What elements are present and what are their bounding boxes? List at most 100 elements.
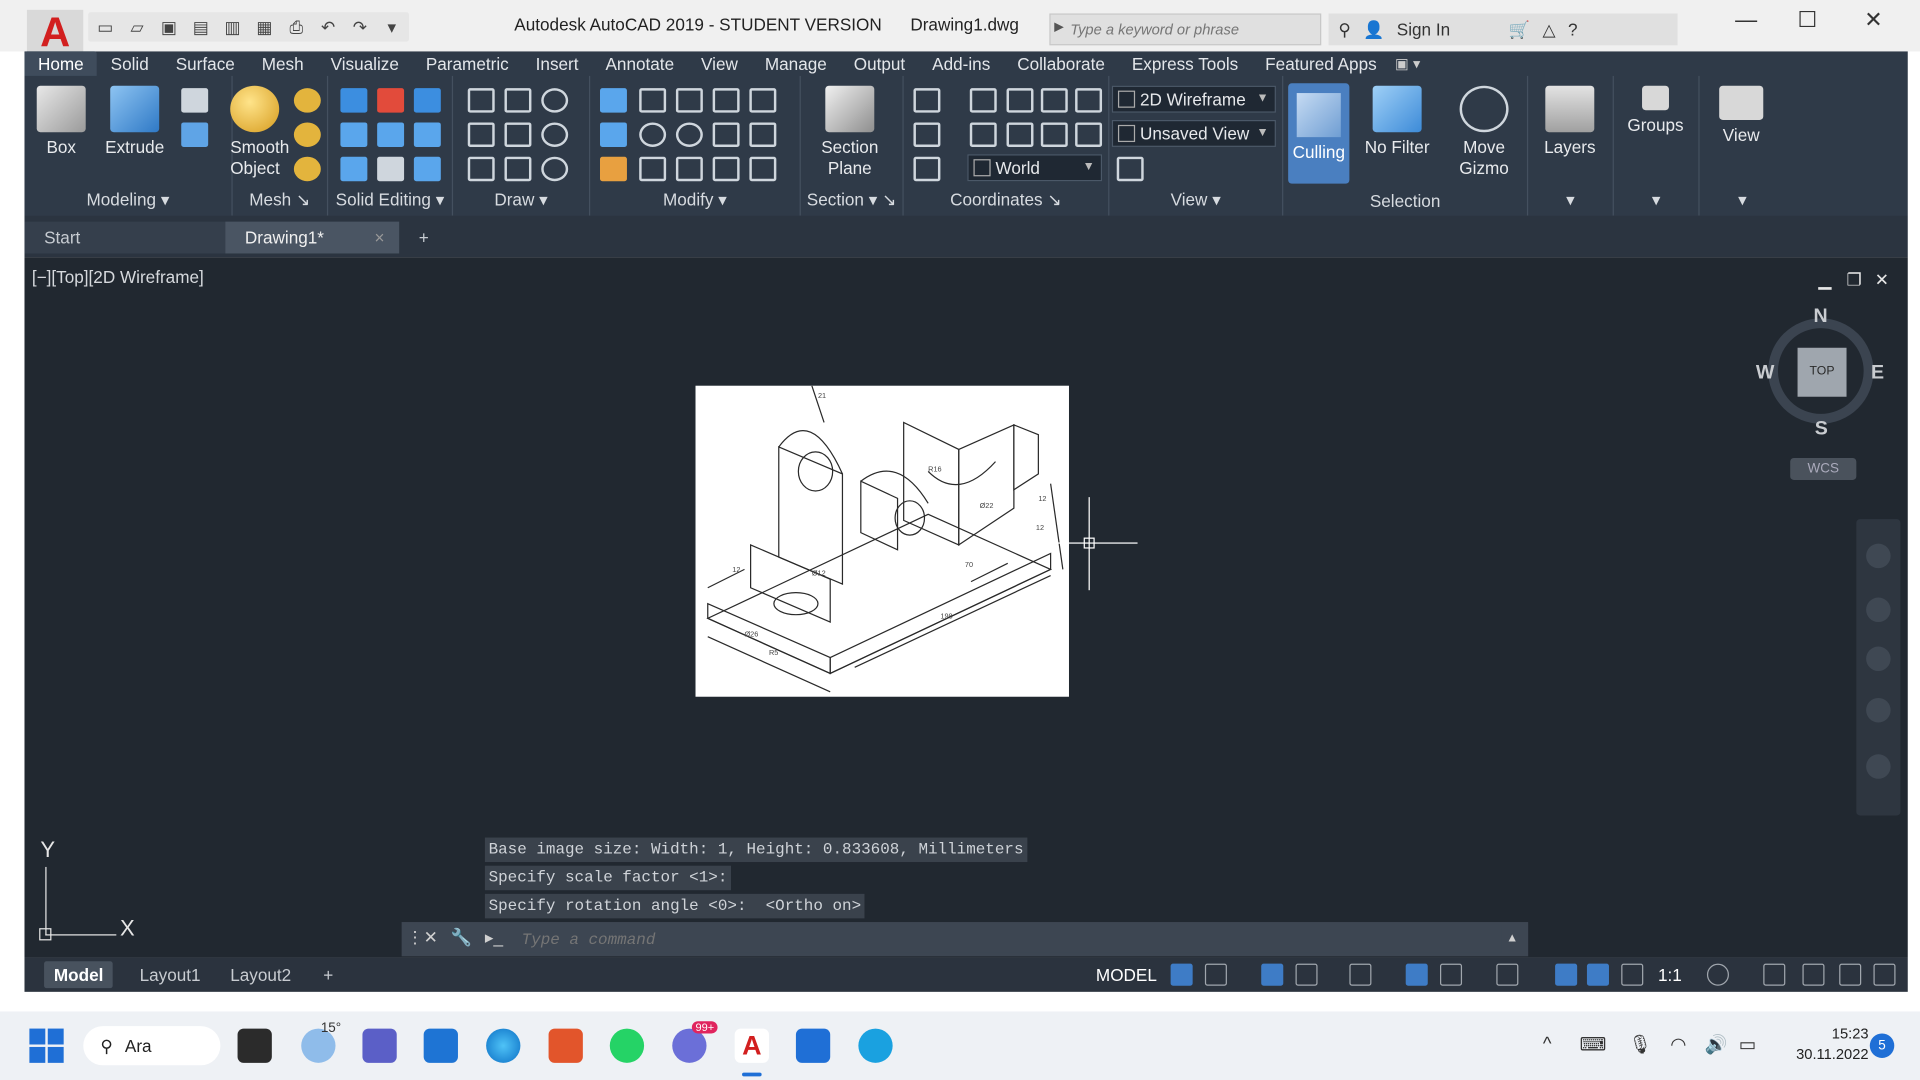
- isolate-objects-icon[interactable]: [1802, 963, 1825, 986]
- close-command-line-icon[interactable]: ✕: [424, 927, 438, 948]
- ribbon-minimize-icon[interactable]: ▣ ▾: [1390, 51, 1420, 75]
- panel-label-coordinates[interactable]: Coordinates ↘: [904, 190, 1108, 211]
- 3d-align-icon[interactable]: [600, 122, 627, 147]
- smooth-object-button[interactable]: Smooth Object: [230, 85, 289, 179]
- customize-wrench-icon[interactable]: 🔧: [451, 927, 472, 948]
- discord-icon[interactable]: [672, 1028, 707, 1063]
- layout-tab-layout2[interactable]: Layout2: [220, 961, 301, 988]
- ucs-3point-icon[interactable]: [969, 122, 997, 147]
- thicken-icon[interactable]: [377, 122, 405, 147]
- help-icon[interactable]: ?: [1568, 20, 1578, 40]
- scale-icon[interactable]: [712, 122, 740, 147]
- spline-icon[interactable]: [467, 122, 495, 147]
- erase-icon[interactable]: [600, 156, 627, 182]
- ucs-icon[interactable]: [913, 88, 941, 113]
- polygon-icon[interactable]: [467, 156, 495, 182]
- battery-icon[interactable]: ▭: [1739, 1033, 1756, 1056]
- system-clock[interactable]: 15:23 30.11.2022: [1778, 1024, 1868, 1066]
- ellipse-icon[interactable]: [541, 156, 569, 182]
- union-icon[interactable]: [340, 88, 368, 113]
- viewport-minimize-icon[interactable]: ▁: [1818, 269, 1831, 290]
- grid-icon[interactable]: [1170, 963, 1193, 986]
- teams-chat-icon[interactable]: [362, 1028, 397, 1063]
- offset-edge-icon[interactable]: [712, 156, 740, 182]
- windows-start-icon[interactable]: [29, 1028, 64, 1063]
- visual-style-dropdown[interactable]: 2D Wireframe ▼: [1111, 85, 1276, 113]
- mesh-refine-icon[interactable]: [293, 156, 321, 182]
- 3d-rotate-icon[interactable]: [639, 88, 667, 113]
- mail-icon[interactable]: [423, 1028, 458, 1063]
- object-snap-tracking-icon[interactable]: [1405, 963, 1428, 986]
- panel-label-modify[interactable]: Modify ▾: [590, 190, 799, 211]
- tab-start[interactable]: Start: [24, 221, 226, 254]
- grip-handle-icon[interactable]: ⋮: [407, 927, 424, 948]
- photos-icon[interactable]: [795, 1028, 831, 1063]
- rectangular-array-icon[interactable]: [749, 156, 777, 182]
- mirror-icon[interactable]: [600, 88, 627, 113]
- imprint-icon[interactable]: [340, 156, 368, 182]
- layers-expand-icon[interactable]: ▾: [1528, 190, 1612, 211]
- microphone-icon[interactable]: 🎙: [1629, 1033, 1652, 1056]
- showmotion-icon[interactable]: [1866, 754, 1891, 779]
- ribbon-tab-insert[interactable]: Insert: [522, 51, 592, 75]
- binoculars-icon[interactable]: ⚲: [1338, 19, 1351, 40]
- undo-icon[interactable]: ↶: [316, 16, 340, 38]
- no-filter-button[interactable]: No Filter: [1359, 85, 1435, 158]
- loft-icon[interactable]: [181, 122, 209, 147]
- polar-tracking-icon[interactable]: [1295, 963, 1318, 986]
- ribbon-tab-add-ins[interactable]: Add-ins: [919, 51, 1004, 75]
- pan-icon[interactable]: [1866, 597, 1891, 623]
- compass-south[interactable]: S: [1815, 419, 1828, 441]
- plus-icon[interactable]: [1763, 963, 1786, 986]
- auto-scale-icon[interactable]: [1586, 963, 1609, 986]
- arc-icon[interactable]: [541, 88, 569, 113]
- hamburger-menu-icon[interactable]: [1873, 963, 1896, 986]
- move-icon[interactable]: [675, 88, 703, 113]
- isodraft-icon[interactable]: [1349, 963, 1372, 986]
- culling-button[interactable]: Culling: [1288, 83, 1350, 184]
- box-button[interactable]: Box: [24, 85, 97, 158]
- mesh-smooth-less-icon[interactable]: [293, 122, 321, 147]
- ucs-world-dropdown[interactable]: World ▼: [967, 154, 1103, 182]
- ucs-view-icon[interactable]: [1040, 88, 1068, 113]
- taskbar-search[interactable]: ⚲ Ara: [83, 1026, 221, 1066]
- copy-icon[interactable]: [712, 88, 740, 113]
- ribbon-tab-parametric[interactable]: Parametric: [412, 51, 522, 75]
- annotation-scale-value[interactable]: 1:1: [1658, 961, 1682, 988]
- object-snap-icon[interactable]: [1440, 963, 1463, 986]
- model-space-toggle[interactable]: MODEL: [1096, 961, 1157, 988]
- gear-icon[interactable]: [1706, 963, 1729, 986]
- layers-button[interactable]: Layers: [1533, 85, 1606, 158]
- ucs-y-icon[interactable]: [1040, 122, 1068, 147]
- open-folder-icon[interactable]: ▱: [125, 16, 149, 38]
- rectangle-icon[interactable]: [504, 156, 532, 182]
- view-button[interactable]: View: [1704, 85, 1777, 146]
- ribbon-tab-view[interactable]: View: [688, 51, 752, 75]
- compass-north[interactable]: N: [1813, 306, 1827, 328]
- autodesk-app-icon[interactable]: △: [1543, 19, 1556, 40]
- task-view-icon[interactable]: [237, 1028, 272, 1063]
- snap-icon[interactable]: [1204, 963, 1227, 986]
- publish-icon[interactable]: ▦: [252, 16, 276, 38]
- ucs-x-icon[interactable]: [1006, 122, 1034, 147]
- extrude-button[interactable]: Extrude: [98, 85, 171, 158]
- zoom-extents-icon[interactable]: [1866, 646, 1891, 672]
- trim-icon[interactable]: [749, 88, 777, 113]
- viewcube-top-face[interactable]: TOP: [1797, 347, 1847, 397]
- keyboard-icon[interactable]: ⌨: [1580, 1033, 1607, 1056]
- new-tab-button[interactable]: +: [404, 222, 448, 254]
- stretch-icon[interactable]: [639, 156, 667, 182]
- wcs-menu-button[interactable]: WCS: [1790, 457, 1857, 481]
- attached-image[interactable]: Ø26 R5 Ø12 198 70 R16 Ø22 12 12 21 12: [695, 385, 1069, 697]
- minimize-icon[interactable]: —: [1722, 7, 1771, 33]
- named-view-dropdown[interactable]: Unsaved View ▼: [1111, 120, 1276, 147]
- new-file-icon[interactable]: ▭: [93, 16, 117, 38]
- separate-icon[interactable]: [377, 156, 405, 182]
- panel-label-mesh[interactable]: Mesh ↘: [233, 190, 327, 211]
- application-menu-button[interactable]: A: [26, 9, 84, 57]
- array-icon[interactable]: [675, 156, 703, 182]
- 3d-polyline-icon[interactable]: [504, 88, 532, 113]
- subtract-icon[interactable]: [377, 88, 405, 113]
- ribbon-tab-manage[interactable]: Manage: [751, 51, 840, 75]
- tab-drawing1[interactable]: Drawing1* ×: [225, 221, 400, 254]
